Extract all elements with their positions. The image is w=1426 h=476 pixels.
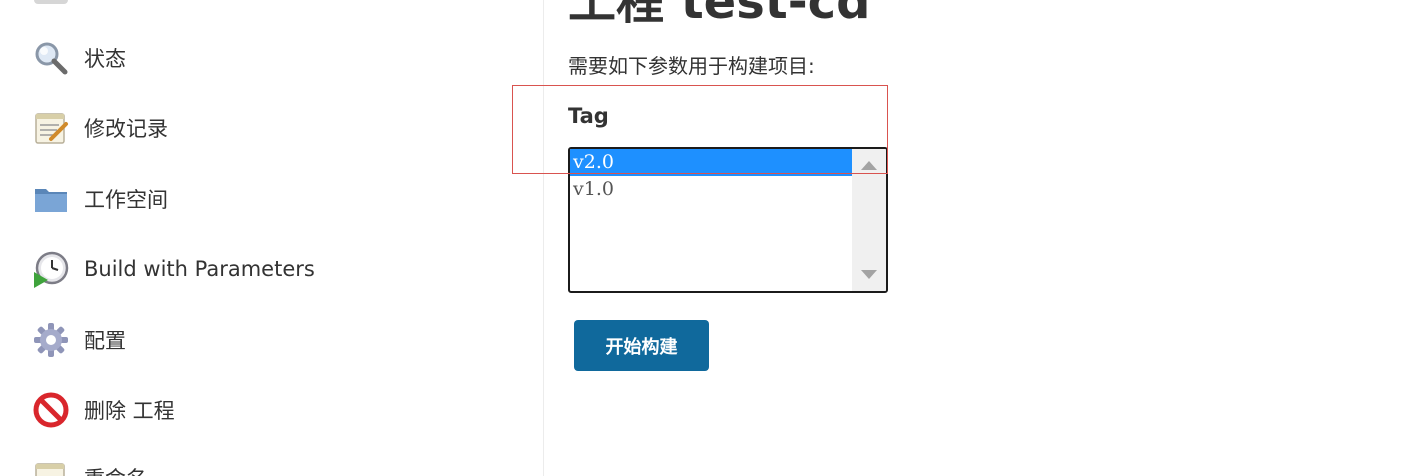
no-entry-icon — [32, 391, 70, 429]
tag-select[interactable]: v2.0 v1.0 — [568, 147, 888, 293]
sidebar-item-delete-project[interactable]: 删除 工程 — [32, 390, 175, 430]
scroll-down-arrow-icon[interactable] — [861, 270, 877, 279]
tag-options-list[interactable]: v2.0 v1.0 — [570, 149, 852, 291]
gear-icon — [32, 321, 70, 359]
sidebar-item-rename[interactable]: 重命名 — [32, 458, 147, 476]
sidebar-item-label: 重命名 — [84, 463, 147, 476]
notepad-icon — [32, 109, 70, 147]
sidebar-item-label: 状态 — [84, 47, 126, 71]
magnifier-icon — [32, 39, 70, 77]
sidebar-item-build-with-parameters[interactable]: Build with Parameters — [32, 249, 315, 289]
page: 状态 修改记录 工作空间 Build with Parameters 配置 删除… — [0, 0, 1426, 476]
sidebar-item-status[interactable]: 状态 — [32, 38, 126, 78]
sidebar-item-label: 修改记录 — [84, 117, 168, 141]
sidebar-item-configure[interactable]: 配置 — [32, 320, 126, 360]
page-title: 工程 test-cd — [568, 0, 871, 30]
build-button[interactable]: 开始构建 — [574, 320, 709, 371]
tag-option[interactable]: v1.0 — [570, 176, 852, 203]
sidebar-item-label: Build with Parameters — [84, 257, 315, 281]
sidebar-item-label: 配置 — [84, 329, 126, 353]
sidebar-item-label: 工作空间 — [84, 188, 168, 212]
sidebar-item-workspace[interactable]: 工作空间 — [32, 179, 168, 219]
parameter-label: Tag — [568, 104, 609, 128]
sidebar: 状态 修改记录 工作空间 Build with Parameters 配置 删除… — [0, 0, 544, 476]
clock-play-icon — [32, 250, 70, 288]
scroll-up-arrow-icon[interactable] — [861, 161, 877, 170]
main-content: 工程 test-cd 需要如下参数用于构建项目: Tag v2.0 v1.0 开… — [568, 0, 1426, 476]
sidebar-item-label: 删除 工程 — [84, 399, 175, 423]
select-scrollbar[interactable] — [852, 149, 886, 291]
folder-icon — [32, 180, 70, 218]
parameters-description: 需要如下参数用于构建项目: — [568, 54, 815, 78]
notepad-icon — [32, 459, 70, 476]
sidebar-item-changes[interactable]: 修改记录 — [32, 108, 168, 148]
tag-option[interactable]: v2.0 — [570, 149, 852, 176]
partial-icon — [34, 0, 68, 4]
